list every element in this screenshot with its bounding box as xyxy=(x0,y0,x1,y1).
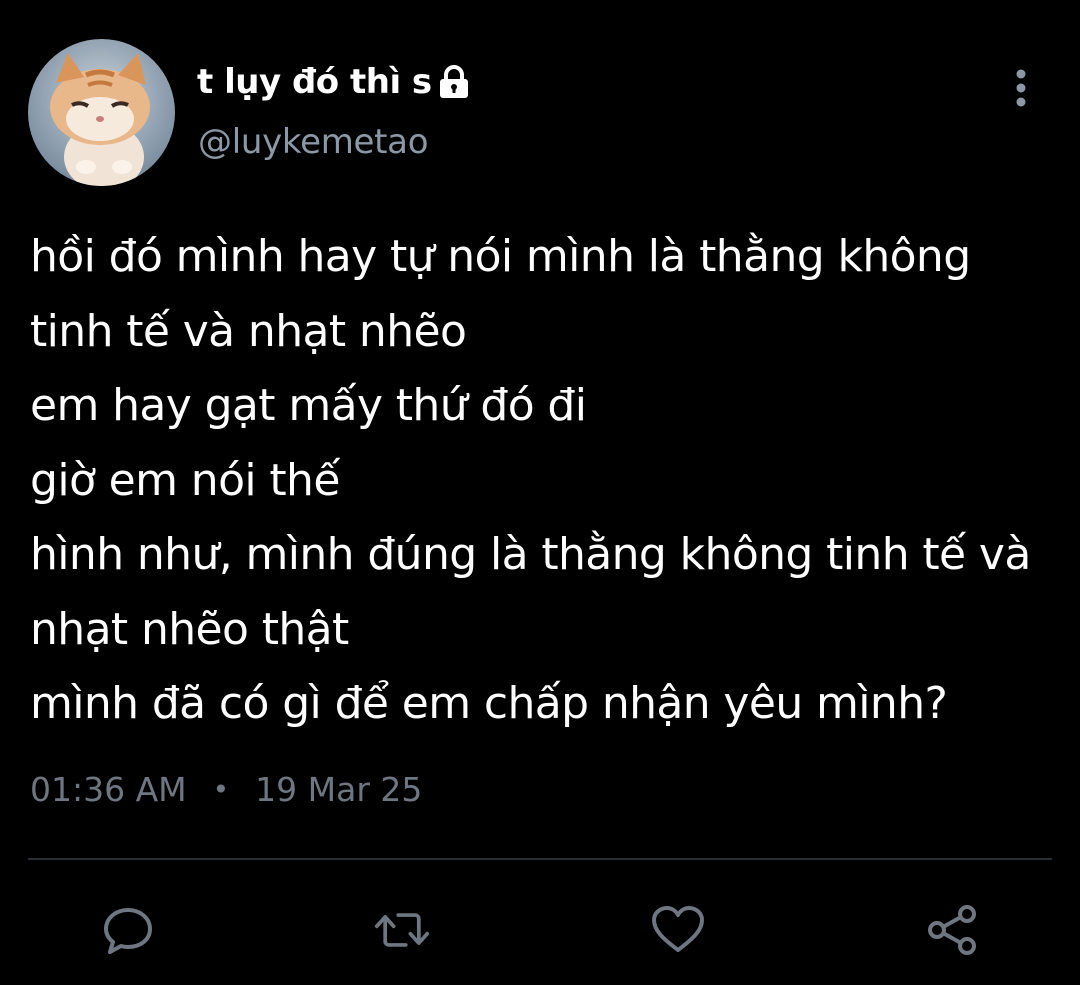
tweet-line: em hay gạt mấy thứ đó đi xyxy=(30,380,587,431)
tweet-time: 01:36 AM xyxy=(30,770,187,809)
tweet-line: nhạt nhẽo thật xyxy=(30,603,349,655)
meta-separator: • xyxy=(212,773,230,806)
reply-icon[interactable] xyxy=(100,902,156,958)
tweet-line: tinh tế và nhạt nhẽo xyxy=(30,305,467,357)
avatar[interactable] xyxy=(28,39,175,186)
tweet-text: hồi đó mình hay tự nói mình là thằng khô… xyxy=(30,220,1065,742)
like-icon[interactable] xyxy=(650,902,706,958)
share-icon[interactable] xyxy=(925,902,981,958)
tweet-line: hồi đó mình hay tự nói mình là thằng khô… xyxy=(30,231,971,282)
user-handle[interactable]: @luykemetao xyxy=(198,122,429,162)
tweet-timestamp[interactable]: 01:36 AM • 19 Mar 25 xyxy=(30,770,422,809)
display-name[interactable]: t lụy đó thì s xyxy=(197,62,432,102)
display-name-row[interactable]: t lụy đó thì s xyxy=(197,60,470,104)
divider xyxy=(28,858,1052,860)
more-options-icon[interactable] xyxy=(1005,68,1037,108)
tweet-line: hình như, mình đúng là thằng không tinh … xyxy=(30,529,1031,580)
tweet-date: 19 Mar 25 xyxy=(255,770,423,809)
retweet-icon[interactable] xyxy=(374,902,430,958)
tweet-line: giờ em nói thế xyxy=(30,454,340,506)
kitten-avatar-image xyxy=(28,39,175,186)
tweet-line: mình đã có gì để em chấp nhận yêu mình? xyxy=(30,678,948,729)
lock-icon xyxy=(438,65,470,99)
